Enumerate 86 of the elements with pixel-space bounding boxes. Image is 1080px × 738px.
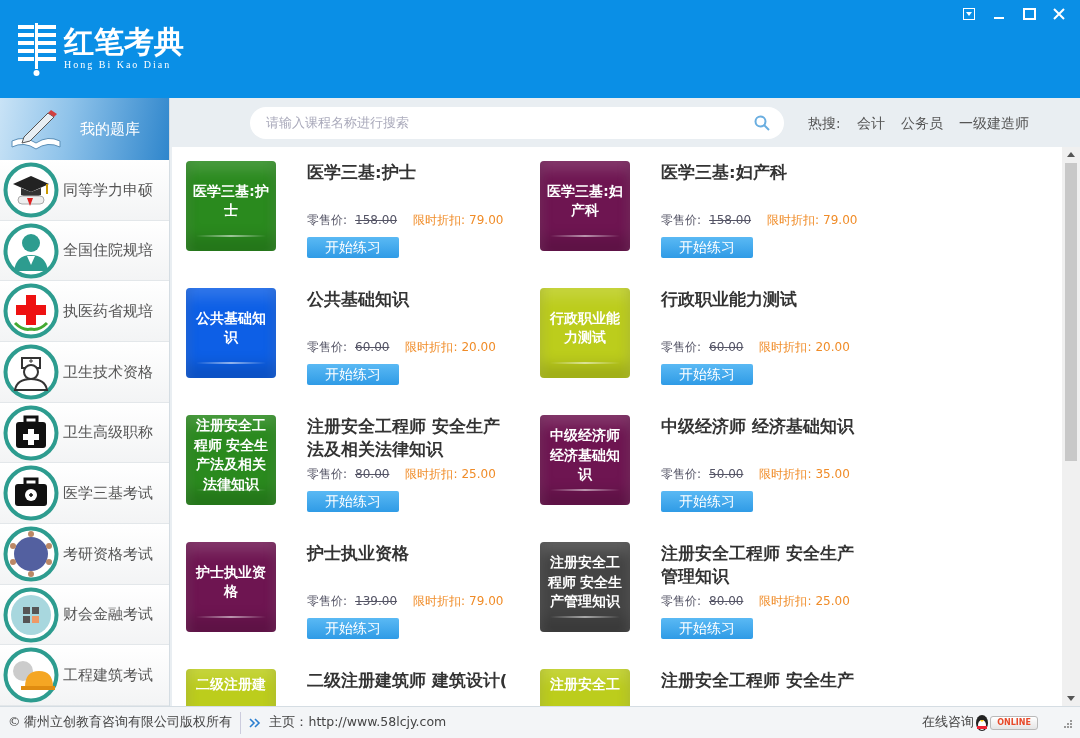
retail-price-label: 零售价: bbox=[307, 339, 348, 357]
course-title: 护士执业资格 bbox=[307, 543, 410, 566]
hardhat-icon bbox=[3, 647, 59, 704]
retail-price: 60.00 bbox=[355, 339, 390, 357]
calculator-icon bbox=[3, 586, 59, 643]
medical-case-icon bbox=[3, 465, 59, 522]
sidebar-item[interactable]: 同等学力申硕 bbox=[0, 160, 169, 221]
course-cover[interactable]: 注册安全工程师 安全生产法及相关法律知识 bbox=[186, 415, 276, 506]
discount-label: 限时折扣: bbox=[405, 466, 458, 484]
homepage-link[interactable]: 主页：http://www.58lcjy.com bbox=[269, 713, 447, 732]
course-title: 二级注册建筑师 建筑设计( bbox=[307, 670, 509, 693]
course-cover[interactable]: 医学三基:妇产科 bbox=[540, 161, 630, 252]
hot-search-label: 热搜: bbox=[808, 113, 841, 133]
discount-price: 25.00 bbox=[461, 466, 496, 484]
retail-price-label: 零售价: bbox=[307, 593, 348, 611]
retail-price: 50.00 bbox=[709, 466, 744, 484]
course-title: 医学三基:妇产科 bbox=[661, 162, 788, 185]
search-icon bbox=[754, 114, 770, 131]
doctor-icon bbox=[3, 222, 59, 279]
scrollbar[interactable] bbox=[1062, 147, 1080, 706]
retail-price-label: 零售价: bbox=[307, 212, 348, 230]
retail-price-label: 零售价: bbox=[661, 212, 702, 230]
discount-label: 限时折扣: bbox=[767, 212, 820, 230]
discount-label: 限时折扣: bbox=[405, 339, 458, 357]
retail-price: 158.00 bbox=[709, 212, 752, 230]
course-cover[interactable]: 医学三基:护士 bbox=[186, 161, 276, 252]
course-title: 公共基础知识 bbox=[307, 289, 411, 312]
nurse-icon bbox=[3, 343, 59, 400]
sidebar-item[interactable]: 全国住院规培 bbox=[0, 220, 169, 282]
sidebar-item[interactable]: 考研资格考试 bbox=[0, 524, 169, 585]
course-title: 中级经济师 经济基础知识 bbox=[661, 416, 856, 439]
discount-price: 25.00 bbox=[815, 593, 850, 611]
discount-label: 限时折扣: bbox=[759, 339, 812, 357]
retail-price-label: 零售价: bbox=[307, 466, 348, 484]
discount-price: 79.00 bbox=[469, 593, 504, 611]
discount-label: 限时折扣: bbox=[759, 593, 812, 611]
sidebar-item[interactable]: 卫生高级职称 bbox=[0, 402, 169, 464]
course-title: 注册安全工程师 安全生产法及相关法律知识 bbox=[307, 416, 501, 462]
sidebar-item[interactable]: 卫生技术资格 bbox=[0, 342, 169, 403]
course-cover[interactable]: 公共基础知识 bbox=[186, 288, 276, 379]
scrollbar-thumb[interactable] bbox=[1065, 163, 1077, 462]
discount-price: 79.00 bbox=[823, 212, 858, 230]
discount-label: 限时折扣: bbox=[759, 466, 812, 484]
book-pen-icon bbox=[8, 107, 64, 151]
course-cover[interactable]: 注册安全工程师 安全生产管理知识 bbox=[540, 542, 630, 633]
discount-price: 79.00 bbox=[469, 212, 504, 230]
logo-subtitle: Hong Bi Kao Dian bbox=[64, 58, 173, 72]
medical-cross-icon bbox=[3, 283, 59, 340]
people-circle-icon bbox=[3, 525, 59, 582]
online-consult-link[interactable]: 在线咨询 bbox=[922, 713, 975, 732]
course-cover[interactable]: 护士执业资格 bbox=[186, 542, 276, 633]
retail-price-label: 零售价: bbox=[661, 593, 702, 611]
course-title: 注册安全工程师 安全生产 bbox=[661, 670, 855, 693]
discount-price: 20.00 bbox=[815, 339, 850, 357]
retail-price-label: 零售价: bbox=[661, 339, 702, 357]
discount-label: 限时折扣: bbox=[413, 212, 466, 230]
penguin-icon bbox=[974, 713, 991, 732]
hot-search-link[interactable]: 一级建造师 bbox=[958, 112, 1029, 133]
retail-price: 60.00 bbox=[709, 339, 744, 357]
sidebar-item[interactable]: 医学三基考试 bbox=[0, 463, 169, 525]
copyright-text: © 衢州立创教育咨询有限公司版权所有 bbox=[8, 713, 233, 732]
hot-search-link[interactable]: 会计 bbox=[856, 112, 885, 133]
sidebar-item[interactable]: 财会金融考试 bbox=[0, 584, 169, 646]
course-cover[interactable]: 中级经济师经济基础知识 bbox=[540, 415, 630, 506]
retail-price: 80.00 bbox=[709, 593, 744, 611]
course-title: 注册安全工程师 安全生产管理知识 bbox=[661, 543, 855, 589]
retail-price: 158.00 bbox=[355, 212, 398, 230]
sidebar-title: 我的题库 bbox=[80, 118, 140, 140]
course-title: 医学三基:护士 bbox=[307, 162, 417, 185]
retail-price: 139.00 bbox=[355, 593, 398, 611]
discount-price: 20.00 bbox=[461, 339, 496, 357]
hot-search-link[interactable]: 公务员 bbox=[900, 112, 943, 133]
course-title: 行政职业能力测试 bbox=[661, 289, 798, 312]
double-chevron-icon bbox=[249, 717, 262, 728]
resize-grip-icon[interactable] bbox=[1062, 717, 1072, 728]
search-field[interactable]: 请输入课程名称进行搜索 bbox=[250, 106, 784, 139]
online-badge[interactable]: ONLINE bbox=[990, 715, 1038, 730]
graduation-cap-icon bbox=[3, 161, 59, 218]
logo-title: 红笔考典 bbox=[64, 26, 184, 57]
retail-price: 80.00 bbox=[355, 466, 390, 484]
discount-price: 35.00 bbox=[815, 466, 850, 484]
retail-price-label: 零售价: bbox=[661, 466, 702, 484]
first-aid-kit-icon bbox=[3, 404, 59, 461]
sidebar-item[interactable]: 执医药省规培 bbox=[0, 281, 169, 342]
sidebar-item[interactable]: 工程建筑考试 bbox=[0, 645, 169, 707]
discount-label: 限时折扣: bbox=[413, 593, 466, 611]
